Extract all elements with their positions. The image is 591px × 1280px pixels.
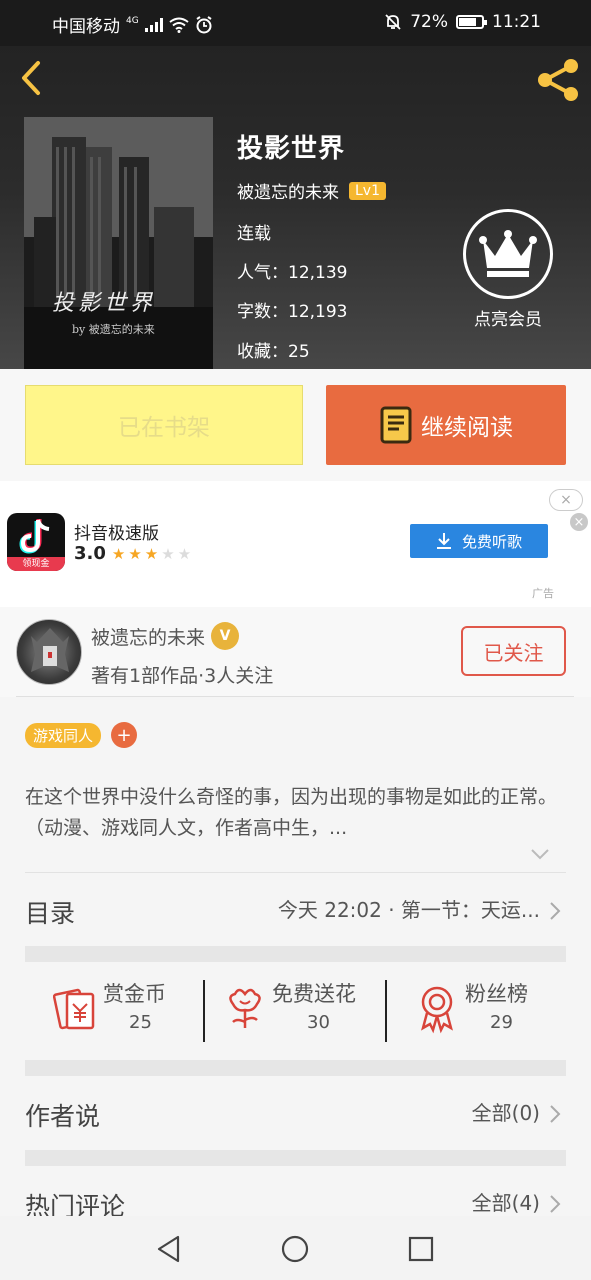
fans-value: 29: [490, 1012, 513, 1033]
chevron-right-icon: [550, 902, 561, 920]
carrier-label: 中国移动: [52, 17, 120, 37]
book-header: 投影世界 by 被遗忘的未来 投影世界 被遗忘的未来 Lv1 连载 人气：12,…: [0, 46, 591, 369]
ad-download-button[interactable]: 免费听歌: [410, 524, 548, 558]
star-icon: ★: [111, 544, 126, 563]
popularity: 人气：12,139: [237, 263, 348, 283]
chevron-down-icon[interactable]: [530, 847, 550, 861]
toc-row[interactable]: 目录 今天 22:02 · 第一节：天运...: [25, 880, 566, 942]
nav-home-icon[interactable]: [280, 1234, 310, 1264]
flower-icon: [229, 988, 261, 1028]
red-envelope-icon: [53, 988, 95, 1030]
star-icon: ★: [144, 544, 159, 563]
vip-button[interactable]: 点亮会员: [462, 209, 554, 330]
cover-byline: by 被遗忘的未来: [72, 323, 155, 336]
continue-reading-label: 继续阅读: [421, 415, 513, 441]
book-status: 连载: [237, 224, 271, 244]
book-intro[interactable]: 在这个世界中没什么奇怪的事，因为出现的事物是如此的正常。（动漫、游戏同人文，作者…: [25, 782, 565, 844]
medal-icon: [421, 986, 453, 1034]
hot-comments-count: 全部(4): [471, 1191, 540, 1215]
nav-recents-icon[interactable]: [406, 1234, 436, 1264]
separator: [203, 980, 205, 1042]
rating-stars: ★ ★ ★ ★ ★: [112, 545, 191, 563]
avatar[interactable]: [16, 619, 82, 685]
divider: [16, 696, 574, 697]
continue-reading-button[interactable]: 继续阅读: [326, 385, 566, 465]
vip-label: 点亮会员: [474, 310, 542, 330]
section-separator: [25, 946, 566, 962]
author-card-name-text: 被遗忘的未来: [91, 626, 206, 649]
author-line: 被遗忘的未来 Lv1: [237, 178, 386, 203]
action-bar: 已在书架 继续阅读: [0, 369, 591, 481]
nav-back-icon[interactable]: [154, 1234, 184, 1264]
reward-label: 赏金币: [103, 982, 166, 1006]
favorites: 收藏：25: [237, 342, 310, 362]
book-cover[interactable]: 投影世界 by 被遗忘的未来: [24, 117, 213, 369]
book-icon: [380, 406, 412, 444]
reward-coins[interactable]: 赏金币 25: [53, 976, 203, 1042]
reward-value: 25: [129, 1012, 152, 1033]
add-tag-button[interactable]: +: [111, 722, 138, 748]
follow-label: 已关注: [483, 640, 544, 665]
author-stats: 著有1部作品·3人关注: [91, 665, 274, 687]
follow-button[interactable]: 已关注: [461, 626, 566, 676]
star-icon: ★: [177, 544, 192, 563]
shelf-button[interactable]: 已在书架: [25, 385, 303, 465]
wifi-icon: [169, 17, 189, 33]
verified-badge: V: [211, 622, 240, 650]
shelf-label: 已在书架: [118, 415, 210, 441]
clock: 11:21: [492, 12, 541, 32]
author-card: 被遗忘的未来 V 著有1部作品·3人关注 已关注: [0, 607, 591, 697]
share-icon[interactable]: [535, 56, 583, 104]
author-says-count: 全部(0): [471, 1101, 540, 1125]
star-icon: ★: [161, 544, 175, 563]
divider: [25, 872, 566, 873]
status-bar: 中国移动 4G 72% 11:21: [0, 0, 591, 46]
author-card-name[interactable]: 被遗忘的未来 V: [91, 622, 240, 650]
ad-close-pill[interactable]: ×: [549, 489, 583, 511]
fan-ranking[interactable]: 粉丝榜 29: [417, 976, 547, 1042]
word-count: 字数：12,193: [237, 302, 348, 322]
chevron-right-icon: [550, 1105, 561, 1123]
back-icon[interactable]: [14, 58, 48, 98]
battery-percent: 72%: [410, 12, 448, 32]
mute-icon: [385, 14, 401, 30]
author-says-title: 作者说: [25, 1102, 101, 1131]
ad-button-label: 免费听歌: [461, 532, 522, 551]
free-flowers[interactable]: 免费送花 30: [223, 976, 383, 1042]
alarm-icon: [196, 15, 212, 33]
book-title: 投影世界: [237, 134, 346, 164]
chevron-right-icon: [550, 1195, 561, 1213]
toc-latest-chapter: 今天 22:02 · 第一节：天运...: [277, 898, 540, 922]
ad-tag: 广告: [532, 587, 554, 600]
ad-rating: 3.0 ★ ★ ★ ★ ★: [74, 543, 191, 564]
stats-row: 赏金币 25 免费送花 30 粉丝榜 29: [25, 962, 566, 1060]
ad-icon-strip: 领现金: [7, 557, 65, 571]
separator: [385, 980, 387, 1042]
ad-app-name: 抖音极速版: [74, 524, 159, 544]
toc-title: 目录: [25, 899, 76, 928]
download-icon: [436, 533, 451, 549]
signal-icon: [144, 17, 163, 32]
section-separator: [25, 1060, 566, 1076]
network-type: 4G: [126, 15, 139, 26]
fans-label: 粉丝榜: [465, 982, 528, 1006]
tag-row: 游戏同人 +: [25, 722, 138, 748]
cover-title: 投影世界: [52, 291, 157, 316]
ad-rating-number: 3.0: [74, 543, 106, 564]
douyin-app-icon: 领现金: [7, 513, 65, 571]
crown-icon: [479, 230, 537, 277]
ad-banner[interactable]: × × 领现金 抖音极速版 3.0 ★ ★ ★ ★ ★ 免费听歌 广告: [0, 481, 591, 607]
flowers-label: 免费送花: [272, 982, 356, 1006]
genre-tag[interactable]: 游戏同人: [25, 722, 102, 748]
author-name[interactable]: 被遗忘的未来: [237, 178, 339, 203]
star-icon: ★: [128, 544, 142, 563]
ad-close-icon[interactable]: ×: [570, 513, 588, 531]
author-says-row[interactable]: 作者说 全部(0): [25, 1085, 566, 1145]
system-nav-bar: [0, 1216, 591, 1280]
flowers-value: 30: [307, 1012, 330, 1033]
battery-icon: [456, 15, 487, 29]
level-badge: Lv1: [349, 181, 386, 200]
section-separator: [25, 1150, 566, 1166]
